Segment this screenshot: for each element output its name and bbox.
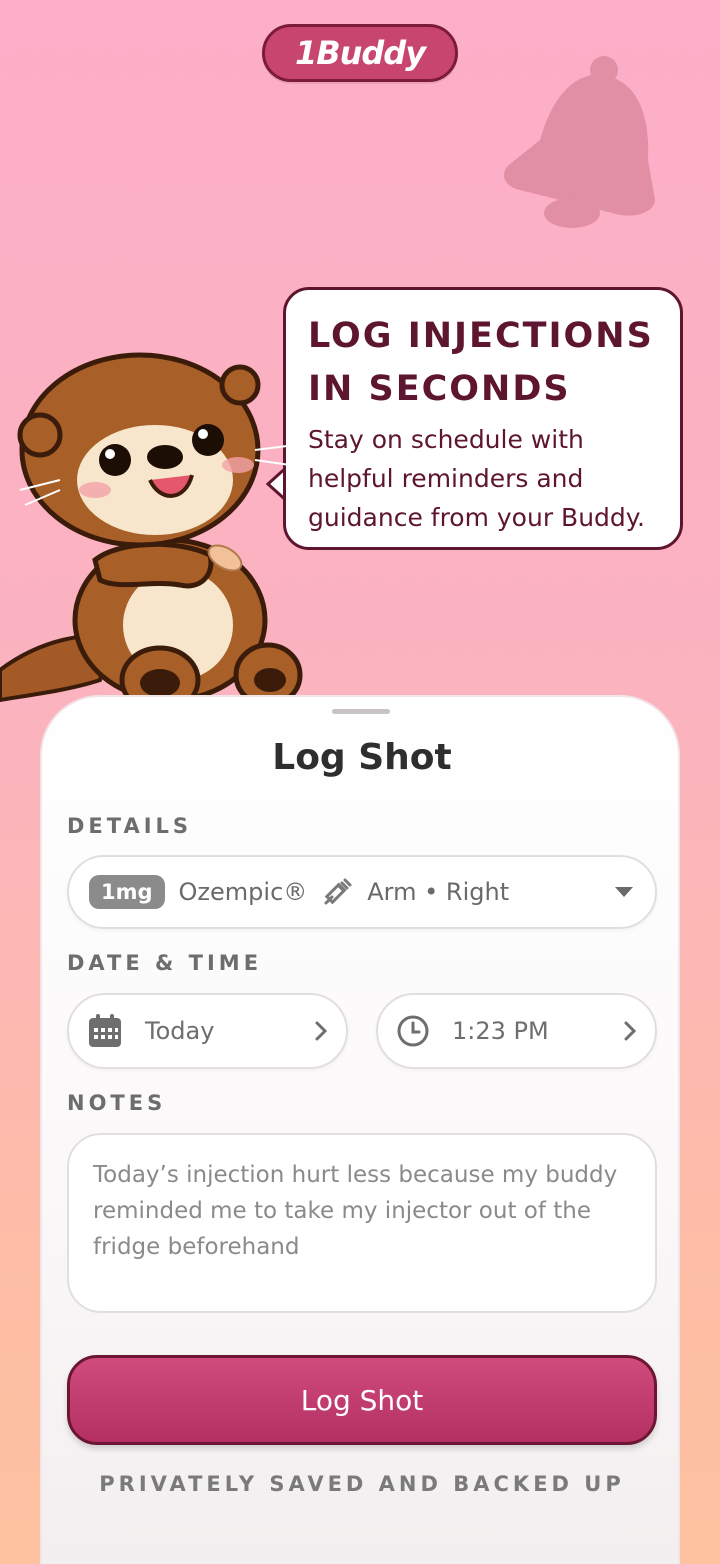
date-value: Today — [145, 1017, 215, 1045]
datetime-label: DATE & TIME — [67, 951, 263, 975]
details-selector[interactable]: 1mg Ozempic® Arm • Right — [67, 855, 657, 929]
speech-bubble: LOG INJECTIONS IN SECONDS Stay on schedu… — [283, 287, 683, 550]
medication-name: Ozempic® — [178, 878, 308, 906]
caret-down-icon — [615, 887, 633, 897]
date-picker[interactable]: Today — [67, 993, 348, 1069]
otter-mascot — [0, 352, 303, 715]
bell-icon — [504, 56, 655, 228]
notes-label: NOTES — [67, 1091, 167, 1115]
clock-icon — [397, 1015, 429, 1047]
details-label: DETAILS — [67, 814, 193, 838]
hero-subtitle: Stay on schedule with helpful reminders … — [308, 425, 645, 532]
chevron-right-icon — [624, 1021, 637, 1041]
app-logo: 1Buddy — [262, 24, 458, 82]
privacy-note: PRIVATELY SAVED AND BACKED UP — [99, 1472, 625, 1496]
calendar-icon — [89, 1014, 121, 1047]
time-value: 1:23 PM — [452, 1017, 549, 1045]
log-shot-button[interactable]: Log Shot — [67, 1355, 657, 1445]
chevron-right-icon — [315, 1021, 328, 1041]
injection-site: Arm • Right — [367, 878, 510, 906]
dose-badge: 1mg — [89, 875, 165, 909]
hero-title: LOG INJECTIONS IN SECONDS — [308, 316, 654, 409]
log-shot-sheet: Log Shot DETAILS 1mg Ozempic® Arm • Righ… — [40, 695, 680, 1564]
syringe-icon — [324, 878, 352, 905]
notes-textarea[interactable]: Today’s injection hurt less because my b… — [67, 1133, 657, 1313]
time-picker[interactable]: 1:23 PM — [376, 993, 657, 1069]
sheet-grabber[interactable] — [332, 709, 390, 714]
sheet-title: Log Shot — [272, 737, 452, 778]
